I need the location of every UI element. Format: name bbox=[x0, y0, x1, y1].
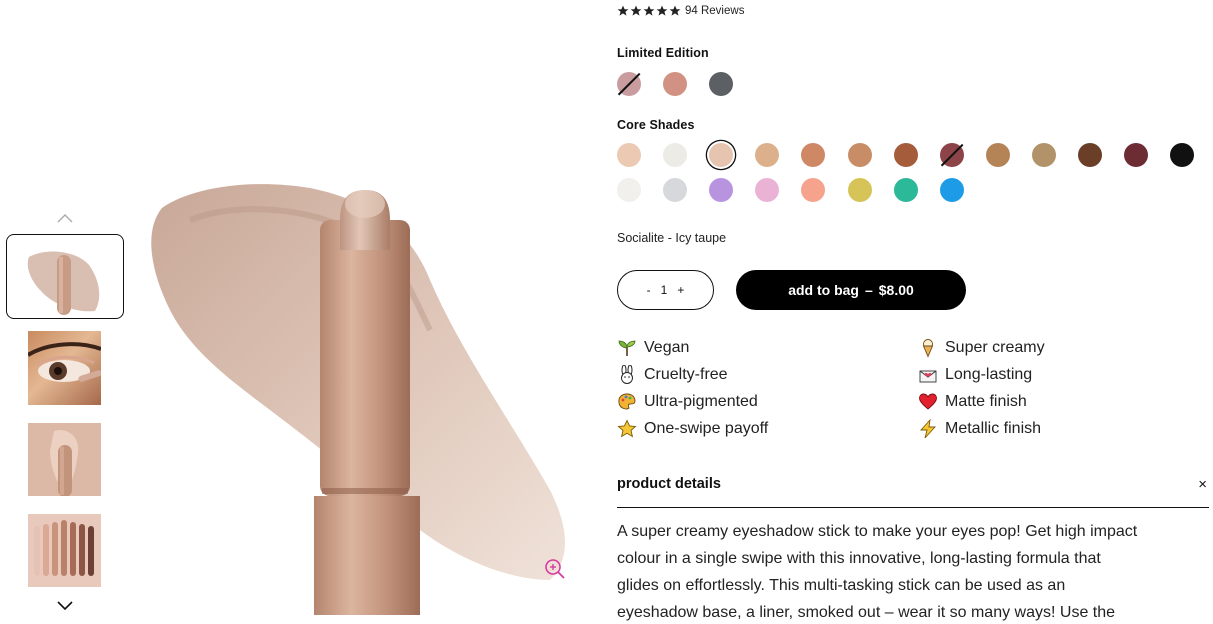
feature-super-creamy: Super creamy bbox=[918, 338, 1045, 358]
thumbnails-up-arrow-icon[interactable] bbox=[56, 211, 74, 225]
core-shade-swatch[interactable] bbox=[1078, 143, 1102, 167]
core-shade-swatch[interactable] bbox=[893, 143, 918, 167]
thumbnails-down-arrow-icon[interactable] bbox=[56, 599, 74, 613]
feature-metallic-finish: Metallic finish bbox=[918, 419, 1041, 439]
limited-shade-swatch[interactable] bbox=[709, 72, 733, 96]
core-shade-swatch[interactable] bbox=[1031, 143, 1056, 167]
feature-label: Cruelty-free bbox=[644, 366, 728, 383]
star-icon bbox=[643, 5, 655, 16]
star-icon bbox=[656, 5, 668, 16]
core-shade-swatch[interactable] bbox=[1124, 143, 1149, 167]
feature-label: One-swipe payoff bbox=[644, 420, 769, 437]
zoom-in-icon[interactable] bbox=[544, 558, 566, 580]
core-shade-swatch[interactable] bbox=[709, 178, 734, 202]
feature-label: Metallic finish bbox=[945, 420, 1042, 437]
core-shade-swatch[interactable] bbox=[893, 178, 918, 202]
sprout-icon bbox=[618, 340, 636, 356]
feature-matte-finish: Matte finish bbox=[918, 392, 1027, 412]
reviews-count[interactable]: 94 Reviews bbox=[685, 5, 744, 17]
feature-long-lasting: Long-lasting bbox=[918, 365, 1032, 385]
core-shade-swatch[interactable] bbox=[939, 143, 964, 167]
core-shade-swatch[interactable] bbox=[663, 143, 688, 167]
feature-vegan: Vegan bbox=[617, 338, 689, 358]
limited-edition-label: Limited Edition bbox=[617, 46, 709, 60]
feature-ultra-pigmented: Ultra-pigmented bbox=[617, 392, 758, 412]
thumbnail-collection[interactable] bbox=[28, 514, 101, 587]
main-product-image bbox=[130, 160, 590, 616]
reviews-summary[interactable]: 94 Reviews bbox=[617, 4, 744, 18]
quantity-decrease-button[interactable]: - bbox=[647, 283, 651, 297]
heart-icon bbox=[919, 393, 937, 410]
envelope-heart-icon bbox=[919, 370, 937, 383]
unavailable-slash-icon bbox=[617, 72, 641, 96]
feature-label: Vegan bbox=[644, 339, 690, 356]
bunny-icon bbox=[621, 365, 633, 384]
star-icon bbox=[630, 5, 642, 16]
core-shade-swatch[interactable] bbox=[985, 143, 1010, 167]
add-to-bag-label: add to bag bbox=[788, 282, 859, 298]
lightning-icon bbox=[919, 419, 937, 439]
feature-label: Long-lasting bbox=[945, 366, 1033, 383]
feature-label: Matte finish bbox=[945, 393, 1027, 410]
palette-icon bbox=[618, 393, 636, 410]
close-icon[interactable]: × bbox=[1198, 476, 1207, 493]
limited-shade-swatch[interactable] bbox=[617, 72, 641, 96]
add-to-bag-button[interactable]: add to bag – $8.00 bbox=[736, 270, 966, 310]
feature-cruelty-free: Cruelty-free bbox=[617, 365, 728, 385]
core-shade-swatch[interactable] bbox=[801, 143, 826, 167]
add-to-bag-price: $8.00 bbox=[878, 282, 914, 298]
product-details-title[interactable]: product details bbox=[617, 476, 721, 492]
core-shade-swatch[interactable] bbox=[847, 143, 872, 167]
quantity-stepper[interactable]: - 1 + bbox=[617, 270, 714, 310]
quantity-increase-button[interactable]: + bbox=[677, 283, 684, 297]
core-shade-swatch[interactable] bbox=[755, 143, 780, 167]
product-details-header[interactable]: product details × bbox=[617, 476, 1209, 508]
add-to-bag-separator: – bbox=[864, 282, 873, 298]
core-shade-swatch[interactable] bbox=[755, 178, 780, 202]
thumbnail-eye-model[interactable] bbox=[28, 331, 101, 405]
star-icon bbox=[617, 5, 629, 16]
core-shade-swatch[interactable] bbox=[617, 143, 641, 167]
core-shade-swatch[interactable] bbox=[801, 178, 826, 202]
selected-shade-name: Socialite - Icy taupe bbox=[617, 231, 727, 245]
core-shade-swatch[interactable] bbox=[709, 143, 734, 167]
thumbnail-stick-closeup[interactable] bbox=[28, 423, 101, 496]
ice-cream-icon bbox=[922, 339, 934, 358]
feature-label: Super creamy bbox=[945, 339, 1045, 356]
star-rating bbox=[617, 5, 681, 17]
core-shade-swatch[interactable] bbox=[617, 178, 641, 202]
feature-one-swipe-payoff: One-swipe payoff bbox=[617, 419, 768, 439]
core-shade-swatch[interactable] bbox=[847, 178, 872, 202]
star-icon bbox=[669, 5, 681, 16]
product-details-text: A super creamy eyeshadow stick to make y… bbox=[617, 518, 1202, 624]
core-shade-swatch[interactable] bbox=[939, 178, 964, 202]
feature-label: Ultra-pigmented bbox=[644, 393, 758, 410]
thumbnail-swatch-stick[interactable] bbox=[6, 234, 124, 319]
core-shades-label: Core Shades bbox=[617, 118, 695, 132]
product-details-line: glides on effortlessly. This multi-taski… bbox=[617, 577, 1066, 594]
unavailable-slash-icon bbox=[940, 143, 963, 167]
star-icon bbox=[617, 419, 637, 438]
limited-shade-swatch[interactable] bbox=[663, 72, 687, 96]
core-shade-swatch[interactable] bbox=[1170, 143, 1195, 167]
product-details-line: colour in a single swipe with this innov… bbox=[617, 550, 1101, 567]
product-details-line: A super creamy eyeshadow stick to make y… bbox=[617, 523, 1138, 540]
core-shade-swatch[interactable] bbox=[663, 178, 688, 202]
quantity-value: 1 bbox=[660, 283, 668, 297]
product-details-line: eyeshadow base, a liner, smoked out – we… bbox=[617, 604, 1116, 621]
